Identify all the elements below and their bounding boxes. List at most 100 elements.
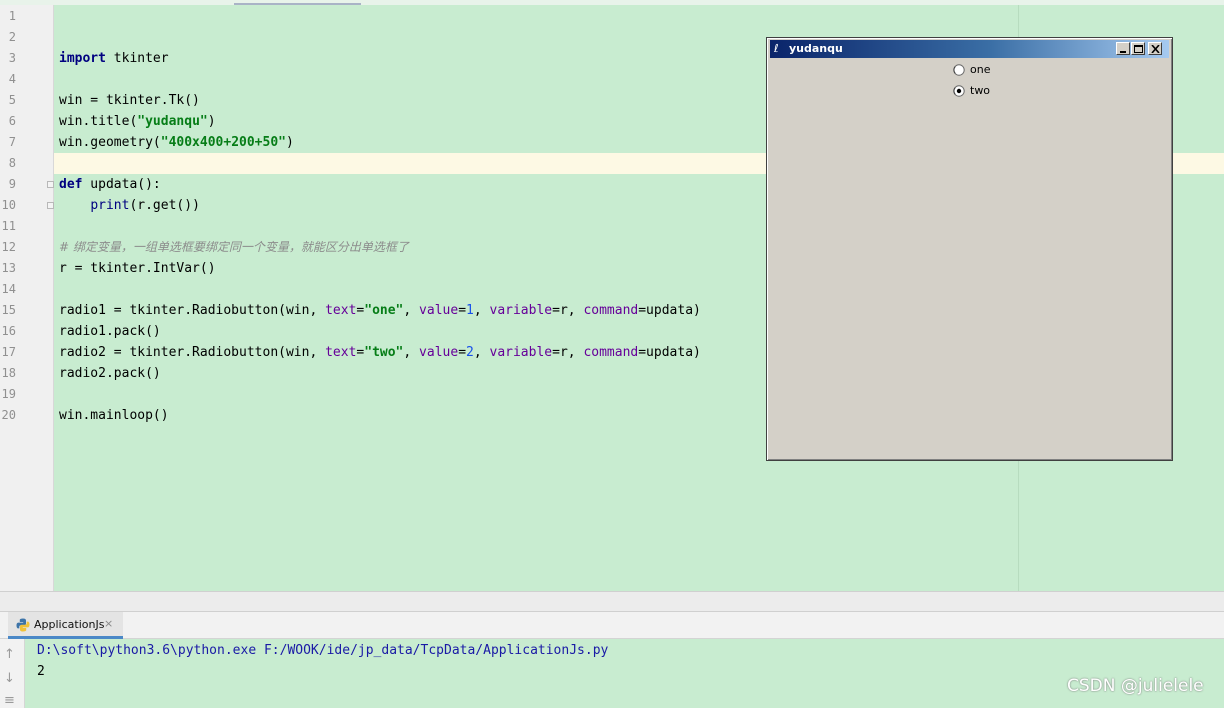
line-number: 9 (8, 177, 16, 191)
keyword-argument: text (325, 345, 357, 360)
code-line-17: radio2 = tkinter.Radiobutton(win, text = "… (59, 342, 701, 363)
line-number: 1 (8, 9, 16, 23)
tk-window[interactable]: ℓ yudanqu one two (766, 37, 1173, 461)
code-text: , (403, 345, 420, 360)
line-number: 20 (1, 408, 16, 422)
tk-feather-icon: ℓ (774, 42, 779, 55)
code-line-16: radio1.pack() (59, 321, 161, 342)
close-icon[interactable]: × (104, 617, 113, 630)
radio-label-one: one (970, 63, 991, 76)
code-text: radio2.pack() (59, 366, 161, 381)
keyword: def (59, 177, 83, 192)
code-text: win.geometry( (59, 135, 161, 150)
keyword-argument: command (583, 303, 639, 318)
keyword-argument: value (419, 303, 459, 318)
tk-window-titlebar[interactable]: ℓ yudanqu (770, 40, 1169, 58)
code-text: win.title( (59, 114, 138, 129)
code-text: radio1 = tkinter.Radiobutton(win, (59, 303, 326, 318)
line-number: 7 (8, 135, 16, 149)
line-number: 6 (8, 114, 16, 128)
console-output-line: 2 (37, 664, 45, 679)
code-line-3: import tkinter (59, 48, 169, 69)
code-comment: # 绑定变量，一组单选框要绑定同一个变量，就能区分出单选框了 (59, 240, 409, 254)
code-text: =r, (552, 303, 584, 318)
fold-marker-icon[interactable] (47, 181, 54, 188)
python-file-icon (16, 618, 30, 632)
menu-icon[interactable]: ≡ (4, 693, 15, 708)
string-literal: "one" (364, 303, 404, 318)
code-line-6: win.title("yudanqu") (59, 111, 216, 132)
line-number: 13 (1, 261, 16, 275)
code-text: , (403, 303, 420, 318)
tk-window-title: yudanqu (789, 42, 843, 55)
code-line-13: r = tkinter.IntVar() (59, 258, 216, 279)
line-number: 14 (1, 282, 16, 296)
keyword-argument: text (325, 303, 357, 318)
code-line-10: print(r.get()) (59, 195, 200, 216)
console-toolbar: ↑ ↓ ≡ (0, 639, 25, 708)
line-number: 8 (8, 156, 16, 170)
line-number: 12 (1, 240, 16, 254)
code-text: = (458, 303, 467, 318)
scroll-down-icon[interactable]: ↓ (4, 671, 15, 686)
line-number: 17 (1, 345, 16, 359)
line-number: 3 (8, 51, 16, 65)
run-tab-applicationjs[interactable]: ApplicationJs × (8, 612, 123, 639)
code-line-5: win = tkinter.Tk() (59, 90, 200, 111)
code-line-12: # 绑定变量，一组单选框要绑定同一个变量，就能区分出单选框了 (59, 237, 409, 258)
radio-label-two: two (970, 84, 991, 97)
code-line-15: radio1 = tkinter.Radiobutton(win, text = "… (59, 300, 701, 321)
code-text: =r, (552, 345, 584, 360)
keyword-argument: variable (489, 345, 553, 360)
fold-marker-icon[interactable] (47, 202, 54, 209)
line-number: 11 (1, 219, 16, 233)
code-text: = (458, 345, 467, 360)
line-number: 2 (8, 30, 16, 44)
scroll-up-icon[interactable]: ↑ (4, 647, 15, 662)
code-text: win = tkinter.Tk() (59, 93, 200, 108)
code-text: radio1.pack() (59, 324, 161, 339)
line-number: 18 (1, 366, 16, 380)
string-literal: "yudanqu" (137, 114, 208, 129)
code-text: =updata) (638, 303, 701, 318)
line-number: 16 (1, 324, 16, 338)
code-text: ) (207, 114, 216, 129)
code-line-20: win.mainloop() (59, 405, 169, 426)
code-text: (r.get()) (129, 198, 200, 213)
tool-window-splitter[interactable] (0, 591, 1224, 612)
line-number: 19 (1, 387, 16, 401)
minimize-icon[interactable] (1116, 42, 1130, 55)
keyword-argument: command (583, 345, 639, 360)
run-tab-bar: ApplicationJs × (0, 612, 1224, 639)
watermark: CSDN @julielele (1067, 676, 1204, 696)
radio-unchecked-icon[interactable] (953, 64, 965, 76)
maximize-icon[interactable] (1131, 42, 1145, 55)
code-line-18: radio2.pack() (59, 363, 161, 384)
string-literal: "400x400+200+50" (160, 135, 286, 150)
radio-checked-icon[interactable] (953, 85, 965, 97)
number-literal: 1 (466, 303, 474, 318)
string-literal: "two" (364, 345, 404, 360)
builtin-function: print (90, 198, 130, 213)
line-number: 5 (8, 93, 16, 107)
code-text: , (473, 345, 490, 360)
keyword-argument: value (419, 345, 459, 360)
code-line-9: def updata(): (59, 174, 161, 195)
code-text: , (473, 303, 490, 318)
window-close-icon[interactable] (1148, 42, 1162, 55)
code-text: ) (285, 135, 294, 150)
code-text: updata(): (82, 177, 161, 192)
run-tab-label: ApplicationJs (34, 618, 105, 631)
code-text: win.mainloop() (59, 408, 169, 423)
console-command-line: D:\soft\python3.6\python.exe F:/WOOK/ide… (37, 643, 609, 658)
keyword-argument: variable (489, 303, 553, 318)
line-number: 4 (8, 72, 16, 86)
line-number: 15 (1, 303, 16, 317)
line-number: 10 (1, 198, 16, 212)
code-text: tkinter (105, 51, 169, 66)
keyword: import (59, 51, 106, 66)
code-text: r = tkinter.IntVar() (59, 261, 216, 276)
number-literal: 2 (466, 345, 474, 360)
code-text: radio2 = tkinter.Radiobutton(win, (59, 345, 326, 360)
